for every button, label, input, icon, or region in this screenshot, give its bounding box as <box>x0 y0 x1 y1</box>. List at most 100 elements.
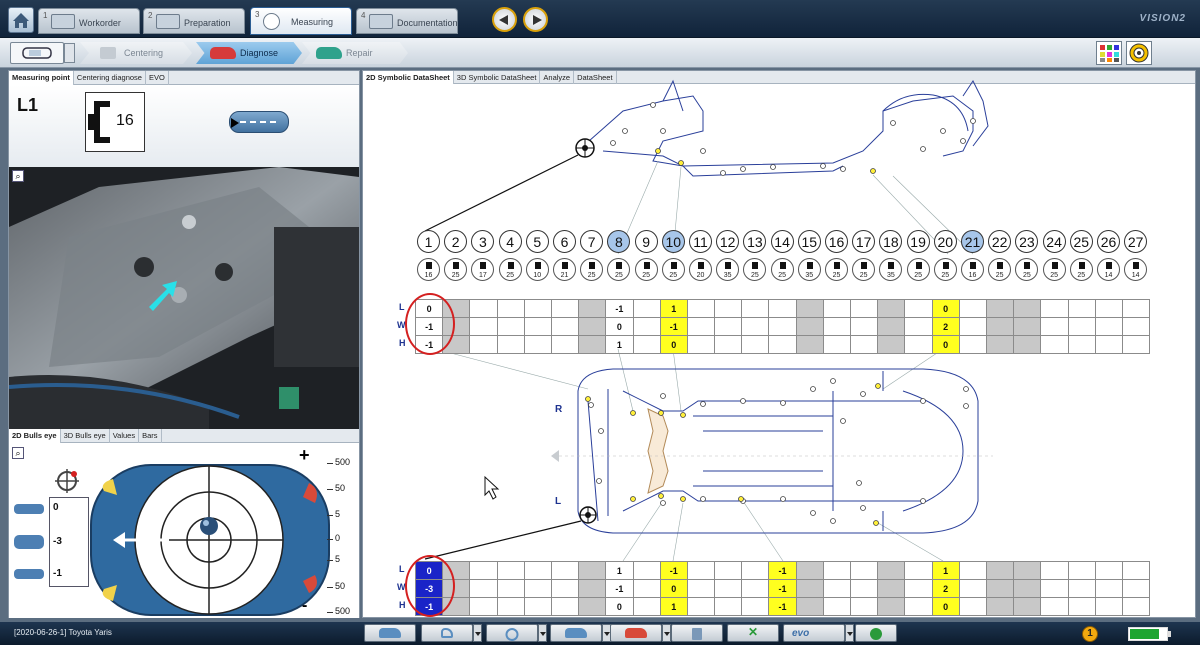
grid-cell[interactable]: 0 <box>605 317 634 336</box>
grid-cell[interactable]: -1 <box>768 579 797 598</box>
grid-cell[interactable] <box>1121 579 1151 598</box>
measuring-point-23[interactable]: 23 <box>1015 230 1039 253</box>
grid-cell[interactable] <box>1013 335 1042 354</box>
grid-cell[interactable] <box>904 317 933 336</box>
grid-cell[interactable] <box>578 579 607 598</box>
measuring-point-16[interactable]: 16 <box>825 230 848 253</box>
point-symbol-4[interactable]: 25 <box>498 258 522 281</box>
grid-cell[interactable]: -1 <box>659 561 688 580</box>
step-diagnose[interactable]: Diagnose <box>196 42 302 64</box>
hide-dropdown[interactable] <box>538 624 547 642</box>
measuring-point-14[interactable]: 14 <box>770 230 794 253</box>
tab-3d-bulls-eye[interactable]: 3D Bulls eye <box>61 429 110 443</box>
grid-cell[interactable]: 0 <box>931 299 960 318</box>
measuring-point-1[interactable]: 1 <box>417 230 440 253</box>
grid-cell[interactable] <box>523 317 552 336</box>
zoom-icon[interactable]: ⌕ <box>12 170 24 182</box>
grid-cell[interactable] <box>1040 317 1069 336</box>
grid-cell[interactable] <box>985 597 1015 616</box>
grid-cell[interactable] <box>741 335 770 354</box>
tab-documentation[interactable]: 4 Documentation <box>356 8 458 34</box>
car-side-view-button[interactable] <box>364 624 416 642</box>
lock-dropdown[interactable] <box>473 624 482 642</box>
grid-cell[interactable]: 1 <box>659 597 688 616</box>
grid-cell[interactable] <box>849 335 879 354</box>
point-symbol-20[interactable]: 25 <box>933 258 957 281</box>
grid-cell[interactable] <box>985 299 1015 318</box>
forward-button[interactable] <box>523 7 548 32</box>
grid-cell[interactable] <box>578 597 607 616</box>
grid-cell[interactable] <box>1013 299 1042 318</box>
grid-cell[interactable] <box>1040 597 1069 616</box>
grid-cell[interactable] <box>469 299 498 318</box>
grid-cell[interactable] <box>877 299 906 318</box>
warning-badge[interactable]: 1 <box>1082 626 1098 642</box>
point-symbol-11[interactable]: 20 <box>689 258 712 281</box>
grid-cell[interactable] <box>877 579 906 598</box>
grid-cell[interactable] <box>469 317 498 336</box>
grid-cell[interactable] <box>1013 561 1042 580</box>
grid-cell[interactable]: 1 <box>659 299 688 318</box>
grid-cell[interactable]: 0 <box>605 597 634 616</box>
grid-cell[interactable] <box>1121 597 1151 616</box>
grid-cell[interactable] <box>877 317 906 336</box>
grid-cell[interactable] <box>849 561 879 580</box>
grid-cell[interactable] <box>1067 579 1096 598</box>
measuring-point-10[interactable]: 10 <box>661 230 685 253</box>
grid-cell[interactable] <box>550 579 580 598</box>
grid-cell[interactable] <box>550 299 580 318</box>
grid-cell[interactable] <box>1121 335 1151 354</box>
grid-cell[interactable] <box>958 299 987 318</box>
grid-cell[interactable] <box>768 335 797 354</box>
point-symbol-6[interactable]: 21 <box>553 258 576 281</box>
grid-cell[interactable] <box>795 597 824 616</box>
step-repair[interactable]: Repair <box>302 42 408 64</box>
hide-button[interactable] <box>486 624 538 642</box>
grid-cell[interactable] <box>714 335 743 354</box>
zoom-in-button[interactable]: + <box>299 445 310 466</box>
grid-cell[interactable] <box>1094 561 1123 580</box>
grid-cell[interactable]: 0 <box>659 579 688 598</box>
tab-centering-diagnose[interactable]: Centering diagnose <box>74 71 146 85</box>
grid-cell[interactable] <box>1067 299 1096 318</box>
measuring-point-5[interactable]: 5 <box>525 230 549 253</box>
evo-dropdown[interactable] <box>845 624 854 642</box>
grid-cell[interactable] <box>523 561 552 580</box>
grid-cell[interactable] <box>985 335 1015 354</box>
grid-cell[interactable] <box>1040 579 1069 598</box>
grid-cell[interactable] <box>849 317 879 336</box>
grid-cell[interactable] <box>822 597 852 616</box>
grid-cell[interactable] <box>714 561 743 580</box>
grid-cell[interactable] <box>822 317 852 336</box>
grid-cell[interactable] <box>632 335 661 354</box>
tab-bars[interactable]: Bars <box>139 429 162 443</box>
tab-preparation[interactable]: 2 Preparation <box>143 8 245 34</box>
grid-cell[interactable] <box>795 335 824 354</box>
grid-cell[interactable] <box>1094 299 1123 318</box>
grid-cell[interactable] <box>632 299 661 318</box>
measuring-point-21[interactable]: 21 <box>961 230 984 253</box>
grid-cell[interactable] <box>686 335 716 354</box>
grid-cell[interactable] <box>1013 597 1042 616</box>
measuring-point-9[interactable]: 9 <box>634 230 658 253</box>
grid-cell[interactable] <box>469 597 498 616</box>
grid-cell[interactable] <box>822 335 852 354</box>
grid-cell[interactable] <box>714 597 743 616</box>
grid-cell[interactable] <box>1067 597 1096 616</box>
grid-cell[interactable] <box>578 317 607 336</box>
grid-cell[interactable] <box>714 579 743 598</box>
close-measure-button[interactable]: ✕ <box>727 624 779 642</box>
grid-cell[interactable] <box>1094 597 1123 616</box>
back-button[interactable] <box>492 7 517 32</box>
grid-cell[interactable] <box>1013 317 1042 336</box>
measuring-point-18[interactable]: 18 <box>879 230 903 253</box>
grid-cell[interactable]: 2 <box>931 317 960 336</box>
point-symbol-9[interactable]: 25 <box>634 258 658 281</box>
tab-measuring-point[interactable]: Measuring point <box>9 71 74 85</box>
grid-cell[interactable] <box>849 579 879 598</box>
grid-cell[interactable] <box>1094 579 1123 598</box>
car-blue-button[interactable] <box>550 624 602 642</box>
grid-cell[interactable] <box>795 299 824 318</box>
grid-cell[interactable] <box>1067 561 1096 580</box>
measuring-point-26[interactable]: 26 <box>1097 230 1120 253</box>
